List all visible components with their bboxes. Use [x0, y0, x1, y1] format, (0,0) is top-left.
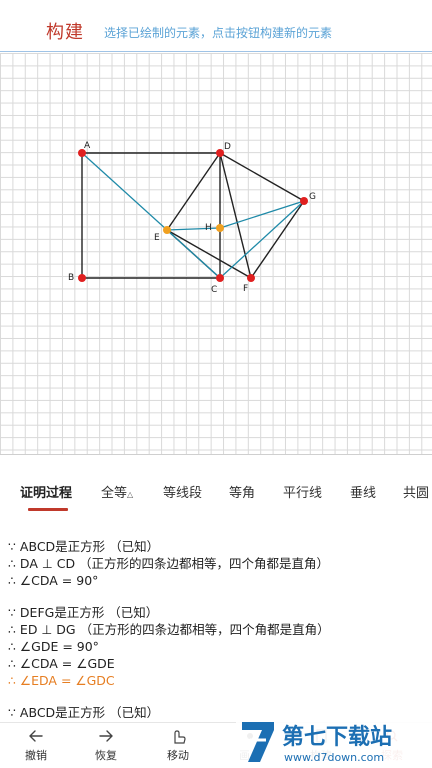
geometry-canvas[interactable]: A B C D E F G H	[0, 53, 432, 455]
point-label-H: H	[205, 223, 212, 233]
point-label-A: A	[84, 141, 91, 151]
proof-line: ∴ ∠CDA = 90°	[8, 573, 99, 588]
proof-line: ∴ ED ⊥ DG （正方形的四条边都相等，四个角都是直角）	[8, 622, 330, 637]
watermark-url: www.d7down.com	[284, 751, 384, 764]
point-label-B: B	[68, 273, 74, 283]
point-E[interactable]	[163, 226, 171, 234]
segment-GF[interactable]	[250, 200, 305, 279]
undo-button[interactable]: 撤销	[6, 727, 66, 767]
tab-concyclic[interactable]: 共圆	[403, 482, 429, 501]
watermark-brand: 第七下载站	[282, 724, 392, 750]
tab-congruent[interactable]: 全等△	[101, 482, 133, 501]
segment-FE[interactable]	[166, 229, 252, 279]
proof-panel: ∵ ABCD是正方形 （已知） ∴ DA ⊥ CD （正方形的四条边都相等，四个…	[8, 538, 428, 721]
proof-line: ∴ ∠GDE = 90°	[8, 639, 99, 654]
page-subtitle: 选择已绘制的元素，点击按钮构建新的元素	[104, 26, 333, 40]
hand-pointer-icon	[174, 730, 186, 744]
redo-arrow-icon	[99, 730, 113, 742]
geometry-figure[interactable]: A B C D E F G H	[0, 53, 432, 455]
proof-spacer	[8, 689, 428, 704]
point-label-C: C	[211, 285, 217, 295]
segment-ED[interactable]	[166, 152, 221, 231]
top-header: 构建 选择已绘制的元素，点击按钮构建新的元素	[0, 0, 432, 52]
proof-line: ∴ ∠CDA = ∠GDE	[8, 656, 115, 671]
segment-CG[interactable]	[219, 200, 305, 279]
point-G[interactable]	[300, 197, 308, 205]
caret-up-icon: △	[127, 490, 134, 499]
point-C[interactable]	[216, 274, 224, 282]
tab-parallel[interactable]: 平行线	[283, 482, 322, 501]
redo-label: 恢复	[95, 749, 117, 762]
proof-line: ∴ DA ⊥ CD （正方形的四条边都相等，四个角都是直角）	[8, 556, 330, 571]
segment-EH[interactable]	[166, 227, 221, 231]
move-label: 移动	[167, 749, 189, 762]
proof-line: ∵ ABCD是正方形 （已知）	[8, 539, 160, 554]
redo-button[interactable]: 恢复	[76, 727, 136, 767]
tab-proof[interactable]: 证明过程	[20, 482, 72, 501]
watermark-logo: 第七下载站 www.d7down.com	[236, 716, 432, 768]
site-watermark: 第七下载站 www.d7down.com	[236, 716, 432, 768]
segment-DG[interactable]	[219, 152, 305, 202]
proof-spacer	[8, 589, 428, 604]
point-label-F: F	[243, 284, 248, 294]
point-F[interactable]	[247, 274, 255, 282]
undo-arrow-icon	[29, 730, 43, 742]
point-label-G: G	[309, 192, 316, 202]
point-D[interactable]	[216, 149, 224, 157]
point-label-E: E	[154, 233, 160, 243]
page-title: 构建	[46, 22, 84, 43]
point-B[interactable]	[78, 274, 86, 282]
tab-equal-angles[interactable]: 等角	[229, 482, 255, 501]
proof-line: ∵ DEFG是正方形 （已知）	[8, 605, 159, 620]
segment-DF[interactable]	[219, 152, 252, 279]
undo-label: 撤销	[25, 749, 47, 762]
point-label-D: D	[224, 142, 231, 152]
proof-line-highlight: ∴ ∠EDA = ∠GDC	[8, 673, 115, 688]
active-tab-indicator	[28, 508, 68, 511]
move-button[interactable]: 移动	[148, 727, 208, 767]
point-H[interactable]	[216, 224, 224, 232]
segment-AC[interactable]	[81, 152, 221, 279]
tab-perpendicular[interactable]: 垂线	[350, 482, 376, 501]
tab-equal-segments[interactable]: 等线段	[163, 482, 202, 501]
tab-congruent-label: 全等	[101, 486, 128, 501]
